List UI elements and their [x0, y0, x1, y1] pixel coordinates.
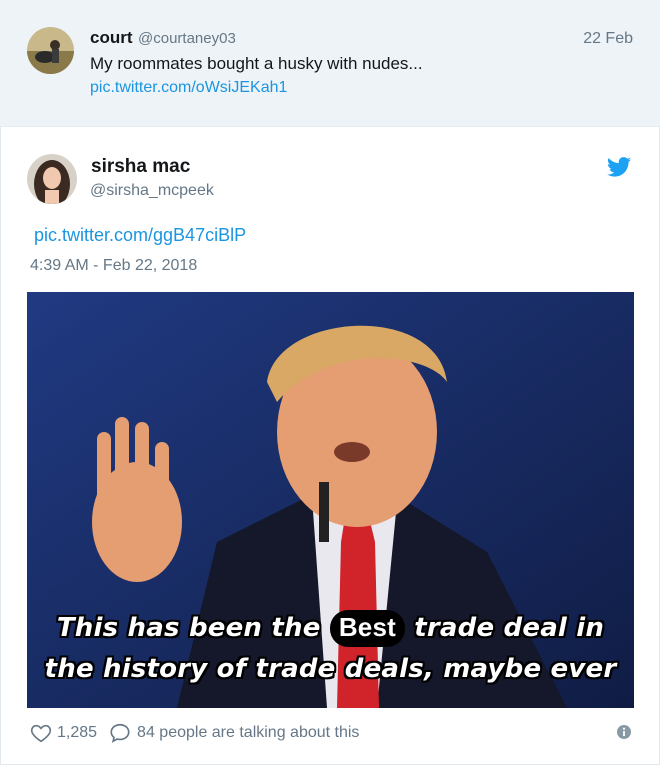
tweet-timestamp[interactable]: 4:39 AM - Feb 22, 2018 [30, 257, 197, 275]
meme-caption-line1: This has been the Best trade deal in [27, 610, 634, 647]
like-count[interactable]: 1,285 [57, 724, 97, 742]
parent-author-name[interactable]: court [90, 28, 133, 48]
meme-caption-line2: the history of trade deals, maybe ever [44, 654, 617, 684]
twitter-bird-icon[interactable] [607, 157, 631, 177]
parent-avatar[interactable] [27, 27, 74, 74]
author-handle[interactable]: @sirsha_mcpeek [90, 182, 214, 200]
tweet-actions: 1,285 84 people are talking about this [30, 721, 359, 745]
tweet-card: sirsha mac @sirsha_mcpeek pic.twitter.co… [0, 126, 660, 765]
parent-author-handle[interactable]: @courtaney03 [138, 30, 236, 47]
caption-highlight: Best [329, 610, 405, 647]
author-avatar[interactable] [27, 154, 77, 204]
heart-icon[interactable] [30, 722, 52, 744]
talking-count[interactable]: 84 people are talking about this [137, 724, 359, 742]
parent-tweet-text: My roommates bought a husky with nudes..… [90, 54, 423, 73]
caption-text-before: This has been the [56, 613, 321, 643]
author-name[interactable]: sirsha mac [91, 156, 190, 178]
caption-text-after: trade deal in [414, 613, 605, 643]
parent-tweet-link[interactable]: pic.twitter.com/oWsiJEKah1 [90, 79, 287, 97]
parent-tweet: court @courtaney03 22 Feb My roommates b… [0, 0, 660, 126]
reply-icon[interactable] [109, 722, 131, 744]
parent-tweet-date[interactable]: 22 Feb [583, 30, 633, 48]
tweet-media-image[interactable]: This has been the Best trade deal in the… [27, 292, 634, 708]
tweet-media-link[interactable]: pic.twitter.com/ggB47ciBlP [34, 225, 246, 246]
info-icon[interactable] [617, 725, 631, 739]
